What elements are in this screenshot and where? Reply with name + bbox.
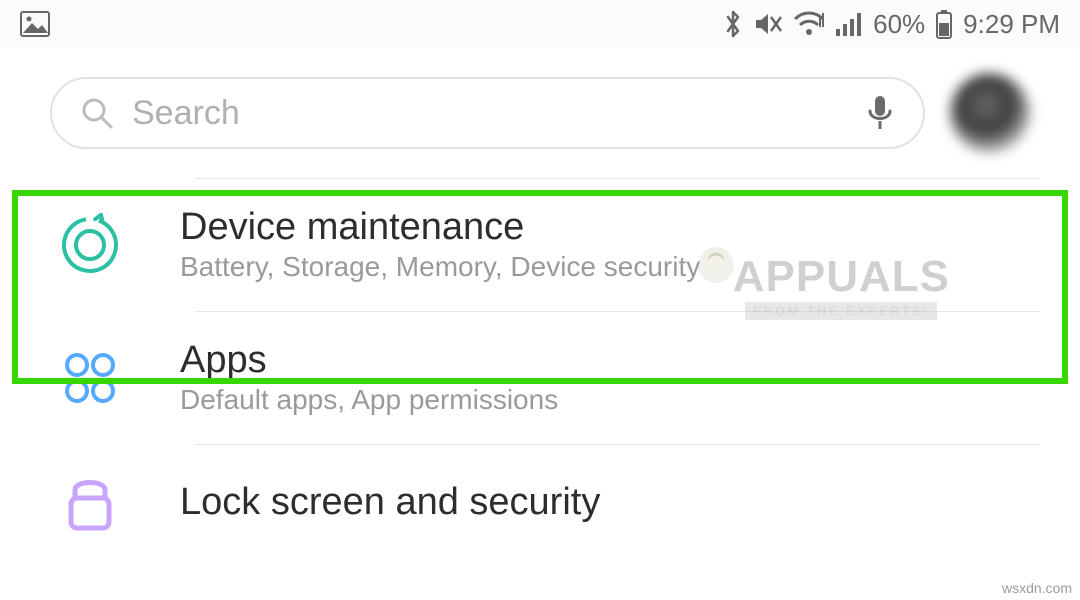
bluetooth-icon: [723, 9, 743, 39]
device-maintenance-icon: [55, 213, 125, 277]
settings-list: Device maintenance Battery, Storage, Mem…: [0, 178, 1080, 532]
source-credit: wsxdn.com: [1002, 580, 1072, 596]
battery-icon: [935, 9, 953, 39]
battery-percent: 60%: [873, 9, 925, 40]
lock-icon: [55, 472, 125, 532]
search-icon: [80, 96, 114, 130]
search-input[interactable]: Search: [50, 77, 925, 149]
settings-item-title: Apps: [180, 339, 558, 382]
apps-icon: [55, 349, 125, 407]
microphone-icon[interactable]: [865, 93, 895, 133]
settings-item-title: Device maintenance: [180, 206, 700, 249]
settings-item-apps[interactable]: Apps Default apps, App permissions: [0, 311, 1080, 444]
cellular-signal-icon: [835, 11, 863, 37]
clock-time: 9:29 PM: [963, 9, 1060, 40]
settings-item-title: Lock screen and security: [180, 481, 600, 524]
mute-icon: [753, 10, 783, 38]
wifi-icon: [793, 11, 825, 37]
search-placeholder: Search: [132, 94, 240, 133]
settings-item-subtitle: Default apps, App permissions: [180, 384, 558, 416]
watermark-subtext: FROM THE EXPERTS!: [745, 302, 937, 320]
search-row: Search: [0, 48, 1080, 178]
divider: [195, 444, 1040, 445]
picture-indicator-icon: [20, 11, 50, 37]
settings-item-subtitle: Battery, Storage, Memory, Device securit…: [180, 251, 700, 283]
settings-item-lock-screen[interactable]: Lock screen and security: [0, 444, 1080, 532]
divider: [195, 178, 1040, 179]
status-bar: 60% 9:29 PM: [0, 0, 1080, 48]
watermark-text: APPUALS: [733, 252, 950, 302]
profile-avatar[interactable]: [950, 73, 1030, 153]
watermark: APPUALS FROM THE EXPERTS!: [733, 252, 950, 320]
